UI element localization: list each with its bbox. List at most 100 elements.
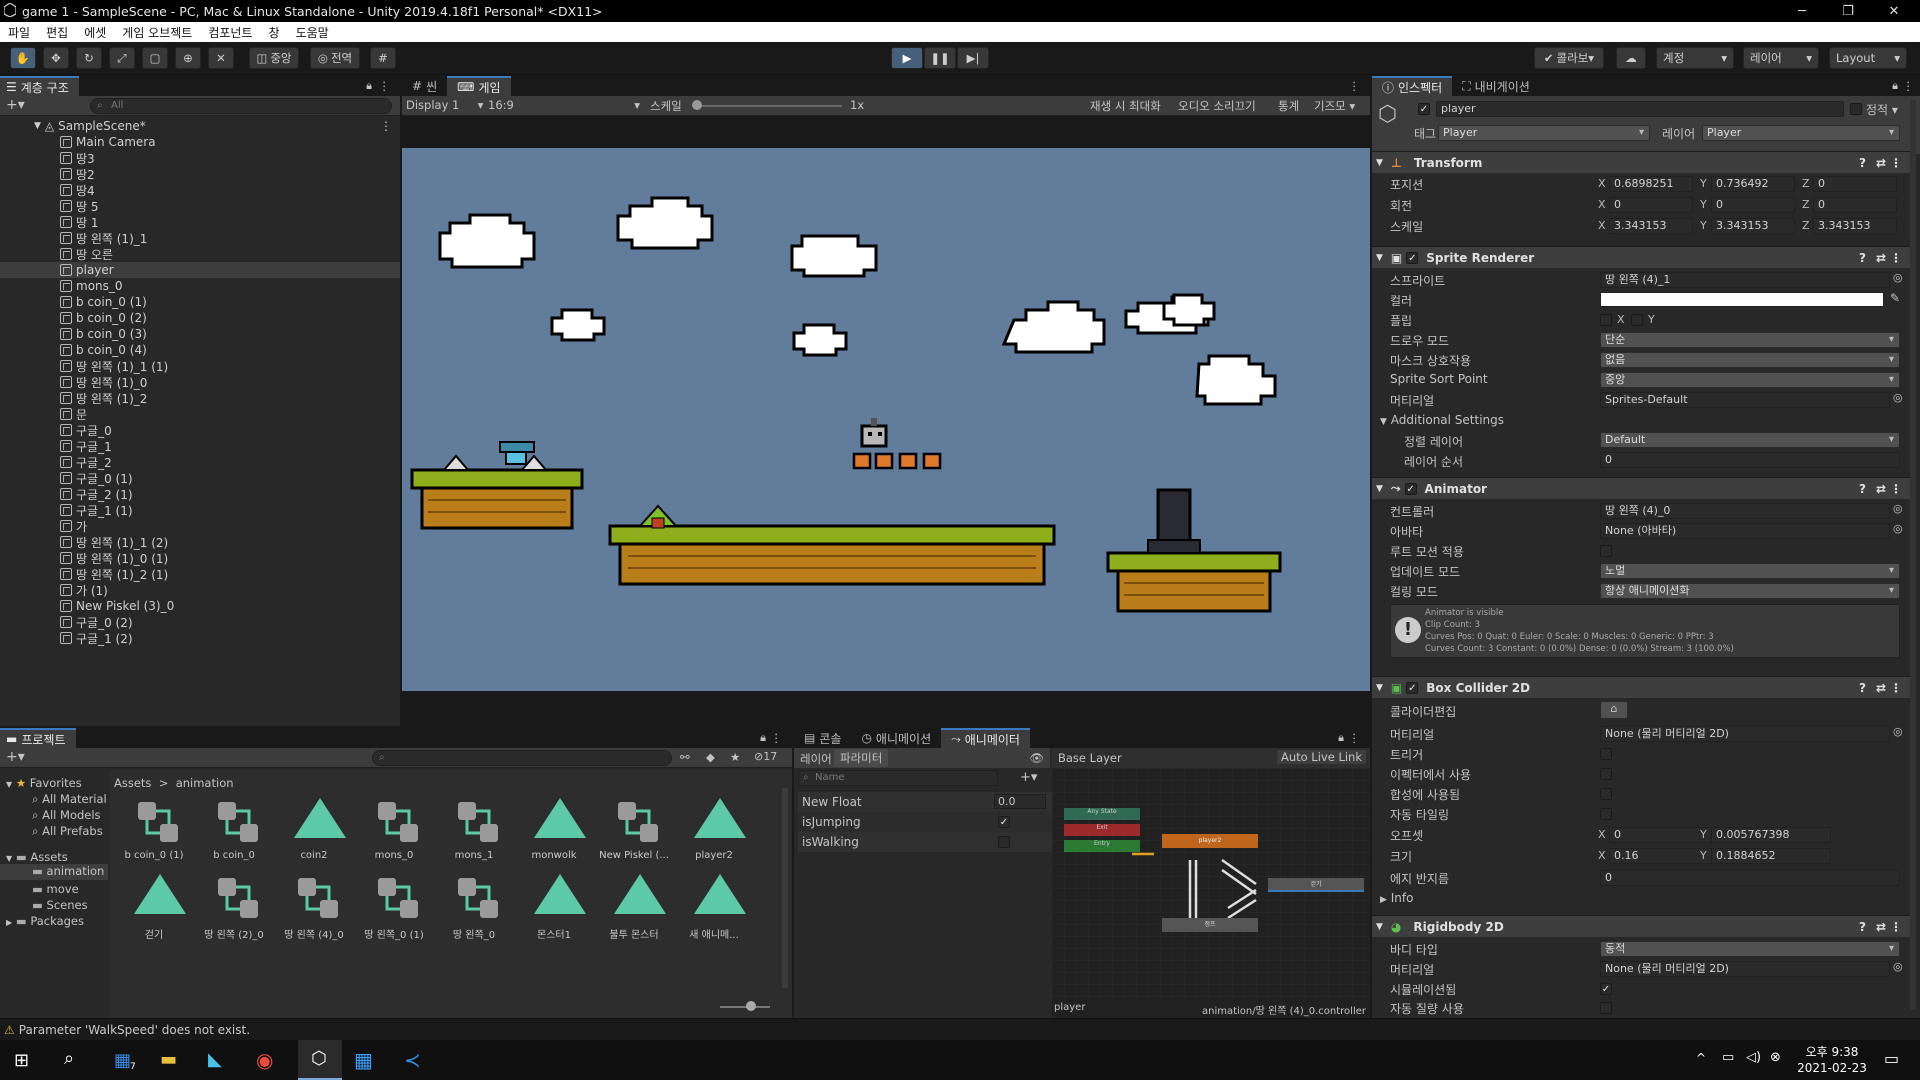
hierarchy-item[interactable]: 땅 오른 (0, 246, 400, 262)
state-walk[interactable]: 걷기 (1268, 878, 1364, 892)
animator-header[interactable]: ▼ ⤳ ✓ Animator ? ⇄ ⋮ (1372, 477, 1910, 499)
kebab-menu-icon[interactable]: ⋮ (379, 79, 391, 93)
kebab-menu-icon[interactable]: ⋮ (1890, 482, 1902, 496)
transform-header[interactable]: ▼ ⊥ Transform ? ⇄ ⋮ (1372, 151, 1910, 173)
lock-icon[interactable]: 🔒︎ (1892, 79, 1898, 93)
chrome-icon[interactable]: ◉ (256, 1048, 273, 1072)
animator-graph[interactable]: Base Layer Auto Live Link Any State Exit… (1052, 748, 1370, 1018)
hierarchy-item[interactable]: 구글_0 (1) (0, 470, 400, 486)
object-picker-icon[interactable]: ◎ (1893, 271, 1903, 284)
scale-slider-handle[interactable] (692, 100, 702, 110)
add-plus-icon[interactable]: +▾ (6, 97, 25, 113)
edge-radius-field[interactable]: 0 (1600, 870, 1900, 886)
sorting-layer-dropdown[interactable]: Default (1600, 432, 1900, 448)
icon-size-slider[interactable] (720, 1006, 770, 1008)
scale-field-z[interactable]: 3.343153 (1813, 218, 1897, 234)
grid-snap-button[interactable]: # (370, 47, 396, 69)
mask-interaction-dropdown[interactable]: 없음 (1600, 352, 1900, 368)
transform-tool-button[interactable]: ⊕ (175, 47, 201, 69)
hierarchy-item[interactable]: player (0, 262, 400, 278)
fav-all-material[interactable]: ⌕ All Material (32, 792, 107, 807)
layout-dropdown[interactable]: Layout ▾ (1829, 47, 1907, 69)
aspect-dropdown[interactable]: 16:9 ▾ (488, 98, 644, 112)
global-toggle[interactable]: ◎ 전역 (310, 47, 360, 69)
hierarchy-item[interactable]: b coin_0 (2) (0, 310, 400, 326)
sprite-field[interactable]: 땅 왼쪽 (4)_1 (1600, 272, 1890, 288)
menu-assets[interactable]: 에셋 (76, 24, 114, 41)
sort-point-dropdown[interactable]: 중앙 (1600, 372, 1900, 388)
hierarchy-item[interactable]: b coin_0 (1) (0, 294, 400, 310)
hierarchy-item[interactable]: 구글_1 (1) (0, 502, 400, 518)
eye-icon[interactable]: 👁︎ (1029, 751, 1044, 765)
scene-root[interactable]: ▼ ◬ SampleScene* ⋮ (0, 118, 400, 134)
update-mode-dropdown[interactable]: 노멀 (1600, 563, 1900, 579)
animator-controller-asset[interactable]: 땅 왼쪽_0 (434, 868, 514, 948)
help-icon[interactable]: ? (1859, 482, 1866, 496)
animation-clip-asset[interactable]: player2 (674, 792, 754, 872)
star-icon[interactable]: ★ (730, 750, 740, 764)
asset-scrollbar[interactable] (782, 788, 788, 988)
parameter-float-field[interactable]: 0.0 (994, 794, 1046, 809)
eyedropper-icon[interactable]: ✎ (1890, 291, 1900, 305)
hierarchy-item[interactable]: 땅4 (0, 182, 400, 198)
breadcrumb-assets[interactable]: Assets (114, 776, 151, 790)
animator-controller-asset[interactable]: 땅 왼쪽_0 (1) (354, 868, 434, 948)
folder-move[interactable]: ▬ move (32, 882, 79, 896)
material-field[interactable]: Sprites-Default (1600, 392, 1890, 408)
layers-dropdown[interactable]: 레이어 ▾ (1743, 47, 1819, 69)
account-dropdown[interactable]: 계정 ▾ (1656, 47, 1734, 69)
animator-controller-asset[interactable]: 땅 왼쪽 (2)_0 (194, 868, 274, 948)
minimize-button[interactable]: ─ (1780, 0, 1824, 22)
hierarchy-item[interactable]: 땅 왼쪽 (1)_0 (1) (0, 550, 400, 566)
animator-controller-asset[interactable]: b coin_0 (1) (114, 792, 194, 872)
windows-start-icon[interactable]: ⊞ (14, 1050, 29, 1071)
hierarchy-item[interactable]: 구글_1 (0, 438, 400, 454)
menu-help[interactable]: 도움말 (288, 24, 337, 41)
kebab-menu-icon[interactable]: ⋮ (1890, 156, 1902, 170)
tab-game[interactable]: ⌨ 게임 (447, 76, 511, 96)
animation-clip-asset[interactable]: monwolk (514, 792, 594, 872)
offset-field-y[interactable]: 0.005767398 (1711, 827, 1831, 843)
position-field-z[interactable]: 0 (1813, 176, 1897, 192)
add-plus-icon[interactable]: +▾ (6, 749, 25, 765)
hierarchy-item[interactable]: 가 (0, 518, 400, 534)
packages-folder[interactable]: ▶ ▬ Packages (6, 914, 84, 928)
chevron-up-icon[interactable]: ^ (1696, 1051, 1706, 1065)
stats-toggle[interactable]: 통계 (1278, 98, 1299, 114)
animator-enabled-checkbox[interactable]: ✓ (1404, 482, 1417, 495)
breadcrumb-animation[interactable]: animation (176, 776, 234, 790)
animation-clip-asset[interactable]: coin2 (274, 792, 354, 872)
hierarchy-item[interactable]: 땅 왼쪽 (1)_1 (1) (0, 358, 400, 374)
body-type-dropdown[interactable]: 동적 (1600, 941, 1900, 957)
tag-dropdown[interactable]: Player (1438, 125, 1650, 141)
hierarchy-item[interactable]: 땅 왼쪽 (1)_0 (0, 374, 400, 390)
rigidbody-material-field[interactable]: None (물리 머티리얼 2D) (1600, 961, 1890, 977)
position-field-x[interactable]: 0.6898251 (1609, 176, 1693, 192)
step-button[interactable]: ▶| (957, 47, 989, 69)
tab-project[interactable]: ▬ 프로젝트 (0, 728, 76, 748)
project-search-input[interactable]: ⌕ (372, 750, 672, 766)
pause-button[interactable]: ❚❚ (924, 47, 956, 69)
hierarchy-item[interactable]: 구글_1 (2) (0, 630, 400, 646)
object-picker-icon[interactable]: ◎ (1893, 502, 1903, 515)
lock-icon[interactable]: 🔒︎ (1338, 731, 1344, 745)
animation-clip-asset[interactable]: 새 애니메... (674, 868, 754, 948)
static-dropdown[interactable]: 정적 ▾ (1866, 101, 1898, 118)
scale-tool-button[interactable]: ⤢ (109, 47, 135, 69)
static-checkbox[interactable] (1850, 103, 1862, 115)
store-grid-icon[interactable]: ▦ (354, 1048, 373, 1072)
tab-console[interactable]: ▤ 콘솔 (794, 728, 851, 748)
parameters-subtab[interactable]: 파라미터 (834, 749, 889, 767)
hierarchy-item[interactable]: 가 (1) (0, 582, 400, 598)
favorites-item[interactable]: ▼ ★ Favorites (6, 776, 82, 790)
simulated-checkbox[interactable]: ✓ (1600, 983, 1612, 995)
sprite-renderer-header[interactable]: ▼ ▣ ✓ Sprite Renderer ? ⇄ ⋮ (1372, 246, 1910, 268)
add-param-button[interactable]: +▾ (1020, 770, 1037, 785)
close-button[interactable]: ✕ (1872, 0, 1916, 22)
avatar-field[interactable]: None (아바타) (1600, 523, 1890, 539)
animator-controller-asset[interactable]: mons_1 (434, 792, 514, 872)
unity-taskbar-item[interactable]: ⬡ (298, 1040, 342, 1080)
folder-animation[interactable]: ▬ animation (0, 864, 108, 880)
clock-time[interactable]: 오후 9:38 (1800, 1043, 1864, 1060)
object-name-field[interactable]: player (1436, 101, 1844, 117)
